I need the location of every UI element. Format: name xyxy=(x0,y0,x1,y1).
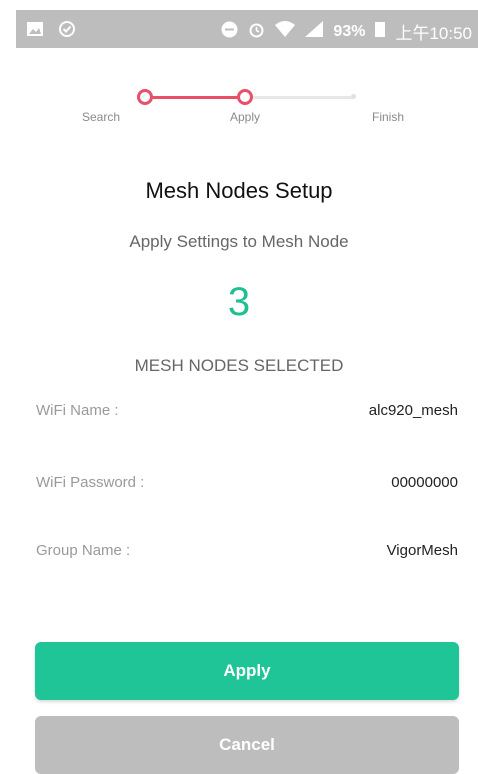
step-dot-finish xyxy=(351,94,356,99)
page-subtitle: Apply Settings to Mesh Node xyxy=(129,232,349,251)
step-dot-apply xyxy=(237,89,253,105)
do-not-disturb-icon xyxy=(221,21,238,43)
status-bar: 93% 上午10:50 xyxy=(16,10,478,48)
image-icon xyxy=(26,20,44,43)
battery-icon xyxy=(375,21,386,42)
step-label-apply: Apply xyxy=(230,110,261,124)
stepper-progress-line xyxy=(147,96,243,99)
wifi-icon xyxy=(275,21,296,42)
check-clock-icon xyxy=(58,20,76,43)
step-label-search: Search xyxy=(82,110,121,124)
page-title: Mesh Nodes Setup xyxy=(145,178,333,203)
step-label-finish: Finish xyxy=(372,110,405,124)
wifi-name-label: WiFi Name : xyxy=(36,402,119,419)
stepper-remaining-line xyxy=(249,96,353,99)
wifi-name-value: alc920_mesh xyxy=(368,402,458,419)
group-name-value: VigorMesh xyxy=(386,542,458,559)
clock-time: 上午10:50 xyxy=(395,24,472,43)
wifi-password-value: 00000000 xyxy=(391,474,458,491)
cancel-button[interactable]: Cancel xyxy=(35,716,459,774)
group-name-label: Group Name : xyxy=(36,542,131,559)
apply-button[interactable]: Apply xyxy=(35,642,459,700)
alarm-icon xyxy=(248,21,265,43)
battery-percentage: 93% xyxy=(333,22,366,40)
wifi-password-label: WiFi Password : xyxy=(36,474,145,491)
selected-nodes-label: MESH NODES SELECTED xyxy=(134,356,344,375)
step-dot-search xyxy=(137,89,153,105)
progress-stepper: Search Apply Finish xyxy=(0,82,478,132)
selected-node-count: 3 xyxy=(227,280,251,324)
cellular-signal-icon xyxy=(305,21,324,42)
